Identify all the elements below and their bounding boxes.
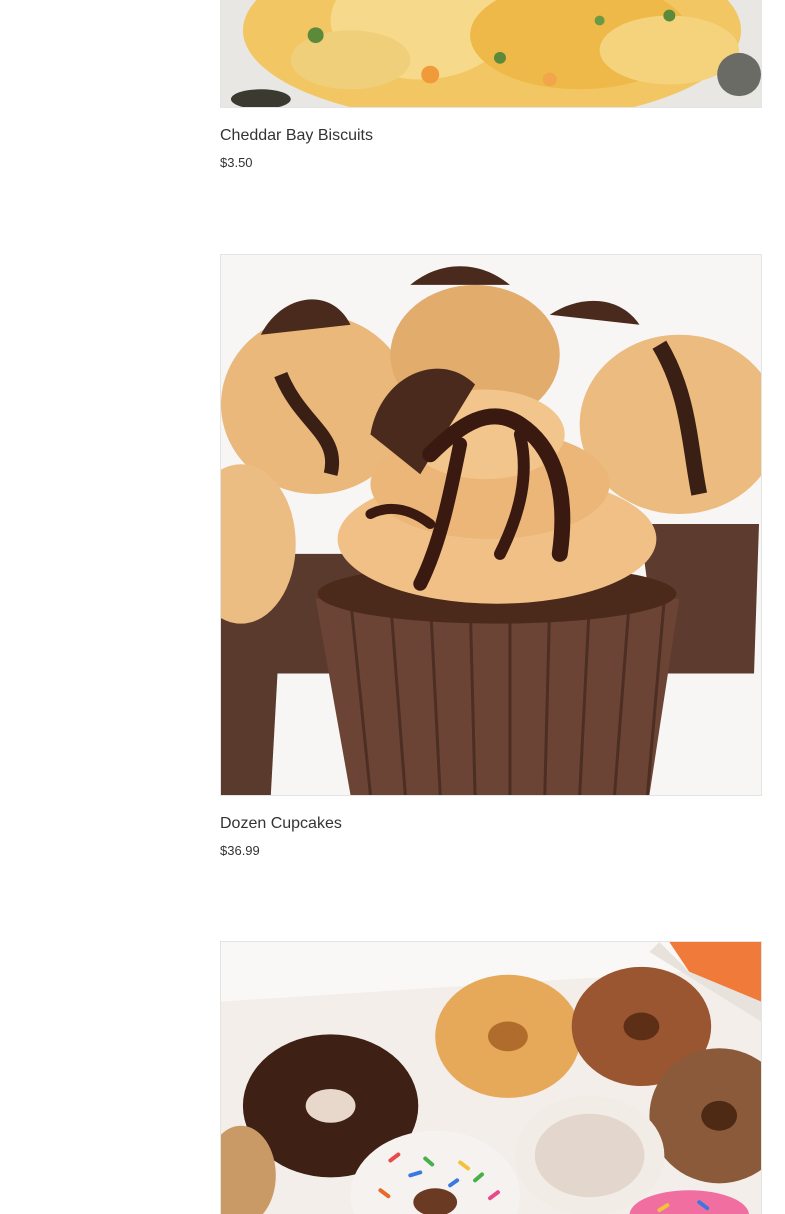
product-name[interactable]: Dozen Cupcakes <box>220 814 762 834</box>
product-card-dozen-cupcakes: Dozen Cupcakes $36.99 <box>220 254 762 859</box>
product-price: $36.99 <box>220 843 260 858</box>
cupcake-photo-icon <box>221 255 761 795</box>
biscuit-photo-icon <box>221 0 761 107</box>
product-list: Cheddar Bay Biscuits $3.50 Dozen Cupcake… <box>0 0 785 1214</box>
product-card-donuts <box>220 941 762 1214</box>
product-image-cupcakes[interactable] <box>220 254 762 796</box>
product-image-donuts[interactable] <box>220 941 762 1214</box>
product-price: $3.50 <box>220 155 253 170</box>
donut-box-photo-icon <box>221 942 761 1214</box>
product-card-cheddar-bay-biscuits: Cheddar Bay Biscuits $3.50 <box>220 0 762 171</box>
product-name[interactable]: Cheddar Bay Biscuits <box>220 126 762 146</box>
product-image-biscuits[interactable] <box>220 0 762 108</box>
